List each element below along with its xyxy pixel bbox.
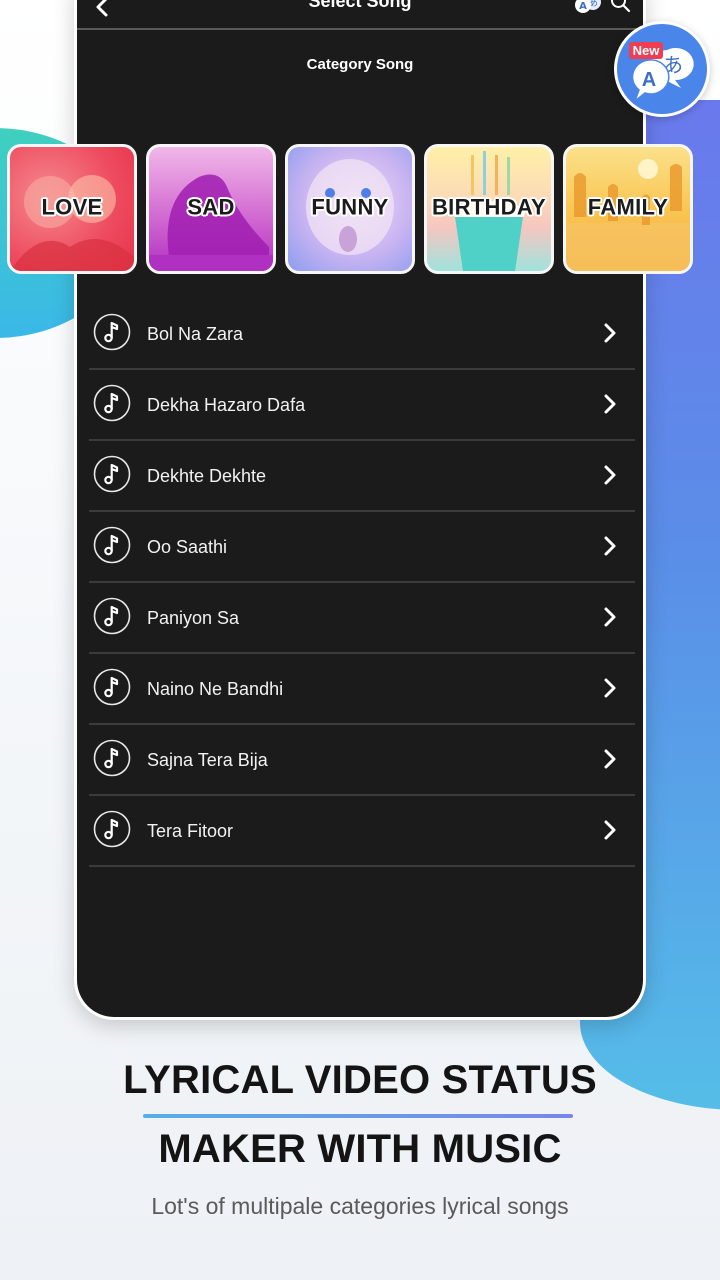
music-note-icon: [93, 597, 131, 635]
song-title: Oo Saathi: [147, 537, 228, 557]
song-row[interactable]: Paniyon Sa: [89, 584, 635, 654]
category-funny[interactable]: FUNNY: [285, 144, 415, 274]
music-note-icon: [93, 384, 131, 422]
search-button[interactable]: [609, 0, 633, 15]
chevron-right-icon: [604, 394, 616, 414]
song-title: Paniyon Sa: [147, 608, 240, 628]
song-row[interactable]: Tera Fitoor: [89, 797, 635, 867]
category-carousel: LOVE SAD FUNNY BIRTHDAY FAMILY: [7, 144, 717, 278]
page-title: Select Song: [308, 0, 412, 11]
music-note-icon: [93, 810, 131, 848]
chevron-right-icon: [604, 820, 616, 840]
category-birthday[interactable]: BIRTHDAY: [424, 144, 554, 274]
song-title: Naino Ne Bandhi: [147, 679, 284, 699]
svg-text:New: New: [633, 43, 661, 58]
category-label: SAD: [187, 194, 235, 220]
music-note-icon: [93, 526, 131, 564]
music-note-icon: [93, 313, 131, 351]
song-list: Bol Na Zara Dekha Hazaro Dafa Dekhte Dek…: [89, 300, 635, 867]
music-note-icon: [93, 668, 131, 706]
chevron-right-icon: [604, 749, 616, 769]
promo-headline-line1: LYRICAL VIDEO STATUS: [123, 1058, 597, 1102]
song-row[interactable]: Bol Na Zara: [89, 300, 635, 370]
song-row[interactable]: Oo Saathi: [89, 513, 635, 583]
category-label: FUNNY: [311, 194, 389, 220]
song-title: Dekhte Dekhte: [147, 466, 267, 486]
category-label: LOVE: [41, 194, 103, 220]
song-row[interactable]: Sajna Tera Bija: [89, 726, 635, 796]
svg-text:A: A: [642, 69, 656, 91]
chevron-right-icon: [604, 536, 616, 556]
category-family[interactable]: FAMILY: [563, 144, 693, 274]
translate-icon: あ A New: [629, 42, 694, 104]
chevron-right-icon: [604, 465, 616, 485]
section-subtitle: Category Song: [306, 56, 414, 73]
category-label: FAMILY: [587, 194, 669, 220]
translate-icon: あ A New: [575, 0, 601, 13]
song-title: Tera Fitoor: [147, 821, 234, 841]
chevron-right-icon: [604, 607, 616, 627]
chevron-right-icon: [604, 678, 616, 698]
promo-headline-line2: MAKER WITH MUSIC: [158, 1127, 562, 1171]
song-title: Dekha Hazaro Dafa: [147, 395, 306, 415]
promo-tagline: Lot's of multipale categories lyrical so…: [151, 1193, 569, 1219]
song-title: Bol Na Zara: [147, 324, 244, 344]
category-love[interactable]: LOVE: [7, 144, 137, 274]
app-bar: Select Song あ A New: [77, 0, 643, 30]
song-row[interactable]: Naino Ne Bandhi: [89, 655, 635, 725]
song-row[interactable]: Dekhte Dekhte: [89, 442, 635, 512]
chevron-right-icon: [604, 323, 616, 343]
translate-button[interactable]: あ A New: [573, 0, 605, 16]
song-row[interactable]: Dekha Hazaro Dafa: [89, 371, 635, 441]
translate-bubble-button[interactable]: あ A New: [614, 21, 710, 117]
music-note-icon: [93, 455, 131, 493]
music-note-icon: [93, 739, 131, 777]
category-sad[interactable]: SAD: [146, 144, 276, 274]
song-title: Sajna Tera Bija: [147, 750, 268, 770]
headline-divider: [143, 1114, 573, 1118]
category-label: BIRTHDAY: [431, 194, 547, 220]
svg-text:A: A: [579, 1, 587, 12]
search-icon: [611, 0, 631, 13]
